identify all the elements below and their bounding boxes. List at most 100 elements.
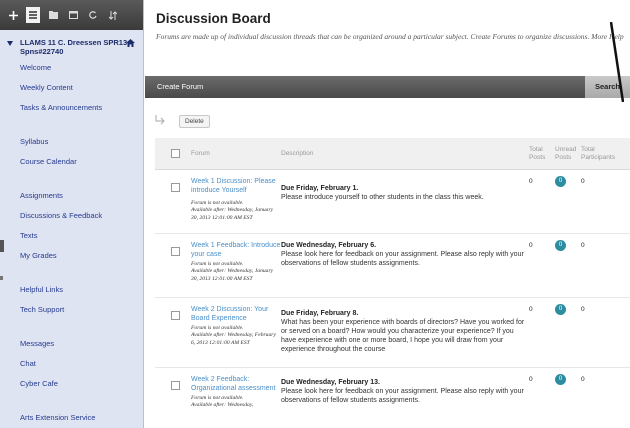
- forum-link[interactable]: Week 2 Discussion: Your Board Experience: [191, 306, 281, 323]
- sidebar-item-my-grades[interactable]: My Grades: [0, 246, 143, 266]
- collapse-arrow-icon[interactable]: [7, 39, 13, 48]
- forum-status: Forum is not available.: [191, 395, 244, 401]
- menu-divider: [0, 172, 143, 186]
- sidebar-item-texts[interactable]: Texts: [0, 226, 143, 246]
- menu-divider: [0, 320, 143, 334]
- sidebar-item-weekly-content[interactable]: Weekly Content: [0, 78, 143, 98]
- description-text: Please look here for feedback on your as…: [281, 251, 524, 267]
- forum-link[interactable]: Week 1 Discussion: Please introduce Your…: [191, 178, 281, 195]
- unread-posts-cell: 0: [555, 170, 581, 233]
- unread-posts-cell: 0: [555, 234, 581, 297]
- select-all-cell: [155, 145, 191, 163]
- column-header-forum[interactable]: Forum: [191, 150, 281, 158]
- page-description-text: Forums are made up of individual discuss…: [156, 32, 590, 41]
- main-content: Discussion Board Forums are made up of i…: [145, 0, 630, 428]
- forum-availability: Forum is not available. Available after:…: [191, 200, 281, 222]
- course-menu-list: Welcome Weekly Content Tasks & Announcem…: [0, 58, 143, 428]
- forum-cell: Week 2 Discussion: Your Board Experience…: [191, 298, 281, 367]
- forum-list: Delete Forum Description Total Posts Unr…: [155, 114, 630, 428]
- total-posts: 0: [529, 178, 533, 185]
- forum-available-after: Available after: Wednesday,: [191, 402, 254, 409]
- row-select-cell: [155, 234, 191, 297]
- sidebar-item-arts-extension-service[interactable]: Arts Extension Service: [0, 408, 143, 428]
- unread-posts-badge[interactable]: 0: [555, 374, 566, 385]
- sidebar-item-chat[interactable]: Chat: [0, 354, 143, 374]
- unread-posts-badge[interactable]: 0: [555, 176, 566, 187]
- forum-status: Forum is not available.: [191, 261, 244, 267]
- create-forum-button[interactable]: Create Forum: [145, 76, 203, 98]
- row-select-cell: [155, 170, 191, 233]
- total-participants: 0: [581, 242, 585, 249]
- folder-view-icon[interactable]: [46, 7, 60, 23]
- sidebar-item-helpful-links[interactable]: Helpful Links: [0, 280, 143, 300]
- edge-mark: [0, 276, 3, 280]
- refresh-icon[interactable]: [86, 7, 100, 23]
- unread-posts-cell: 0: [555, 368, 581, 428]
- table-row: Week 2 Discussion: Your Board Experience…: [155, 298, 630, 368]
- forum-availability: Forum is not available. Available after:…: [191, 395, 281, 410]
- sidebar-item-discussions-feedback[interactable]: Discussions & Feedback: [0, 206, 143, 226]
- sidebar-item-cyber-cafe[interactable]: Cyber Cafe: [0, 374, 143, 394]
- sidebar-item-messages[interactable]: Messages: [0, 334, 143, 354]
- menu-toolbar: [0, 0, 143, 30]
- select-arrow-icon: [155, 112, 165, 130]
- sidebar-item-welcome[interactable]: Welcome: [0, 58, 143, 78]
- forum-cell: Week 1 Discussion: Please introduce Your…: [191, 170, 281, 233]
- forum-cell: Week 2 Feedback: Organizational assessme…: [191, 368, 281, 428]
- column-header-description[interactable]: Description: [281, 150, 529, 158]
- total-posts: 0: [529, 242, 533, 249]
- edge-mark: [0, 240, 4, 252]
- page-title: Discussion Board: [156, 11, 271, 26]
- course-menu: LLAMS 11 C. Dreessen SPR13 Spns#22740 We…: [0, 0, 144, 428]
- due-date: Due Wednesday, February 13.: [281, 379, 380, 386]
- total-participants: 0: [581, 376, 585, 383]
- unread-posts-badge[interactable]: 0: [555, 304, 566, 315]
- list-view-icon[interactable]: [26, 7, 40, 23]
- row-checkbox[interactable]: [171, 311, 180, 320]
- description-cell: Due Wednesday, February 6. Please look h…: [281, 234, 529, 297]
- column-header-unread-posts[interactable]: Unread Posts: [555, 146, 581, 162]
- sidebar-item-course-calendar[interactable]: Course Calendar: [0, 152, 143, 172]
- delete-button[interactable]: Delete: [179, 114, 210, 128]
- forum-available-after: Available after: Wednesday, January 30, …: [191, 207, 274, 221]
- total-participants: 0: [581, 178, 585, 185]
- column-header-total-posts[interactable]: Total Posts: [529, 146, 555, 162]
- unread-posts-cell: 0: [555, 298, 581, 367]
- forum-link[interactable]: Week 1 Feedback: Introduce your case: [191, 242, 281, 259]
- add-menu-item-icon[interactable]: [6, 7, 20, 23]
- total-posts: 0: [529, 306, 533, 313]
- menu-divider: [0, 266, 143, 280]
- row-select-cell: [155, 368, 191, 428]
- table-row: Week 2 Feedback: Organizational assessme…: [155, 368, 630, 428]
- select-all-checkbox[interactable]: [171, 148, 180, 158]
- sidebar-item-assignments[interactable]: Assignments: [0, 186, 143, 206]
- due-date: Due Wednesday, February 6.: [281, 242, 377, 249]
- menu-divider: [0, 118, 143, 132]
- course-title[interactable]: LLAMS 11 C. Dreessen SPR13 Spns#22740: [0, 30, 143, 58]
- forum-link[interactable]: Week 2 Feedback: Organizational assessme…: [191, 376, 281, 393]
- row-checkbox[interactable]: [171, 381, 180, 390]
- home-icon[interactable]: [126, 39, 135, 49]
- window-view-icon[interactable]: [66, 7, 80, 23]
- unread-posts-badge[interactable]: 0: [555, 240, 566, 251]
- sort-icon[interactable]: [106, 7, 120, 23]
- total-participants: 0: [581, 306, 585, 313]
- description-cell: Due Friday, February 8. What has been yo…: [281, 298, 529, 367]
- forum-status: Forum is not available.: [191, 200, 244, 206]
- forum-cell: Week 1 Feedback: Introduce your case For…: [191, 234, 281, 297]
- sidebar-item-tech-support[interactable]: Tech Support: [0, 300, 143, 320]
- menu-divider: [0, 394, 143, 408]
- sidebar-item-tasks-announcements[interactable]: Tasks & Announcements: [0, 98, 143, 118]
- table-header: Forum Description Total Posts Unread Pos…: [155, 138, 630, 170]
- description-text: What has been your experience with board…: [281, 319, 525, 353]
- description-cell: Due Friday, February 1. Please introduce…: [281, 170, 529, 233]
- description-text: Please introduce yourself to other stude…: [281, 194, 484, 201]
- table-row: Week 1 Discussion: Please introduce Your…: [155, 170, 630, 234]
- column-header-total-participants[interactable]: Total Participants: [581, 146, 615, 162]
- row-checkbox[interactable]: [171, 183, 180, 192]
- sidebar-item-syllabus[interactable]: Syllabus: [0, 132, 143, 152]
- table-row: Week 1 Feedback: Introduce your case For…: [155, 234, 630, 298]
- row-checkbox[interactable]: [171, 247, 180, 256]
- description-cell: Due Wednesday, February 13. Please look …: [281, 368, 529, 428]
- row-select-cell: [155, 298, 191, 367]
